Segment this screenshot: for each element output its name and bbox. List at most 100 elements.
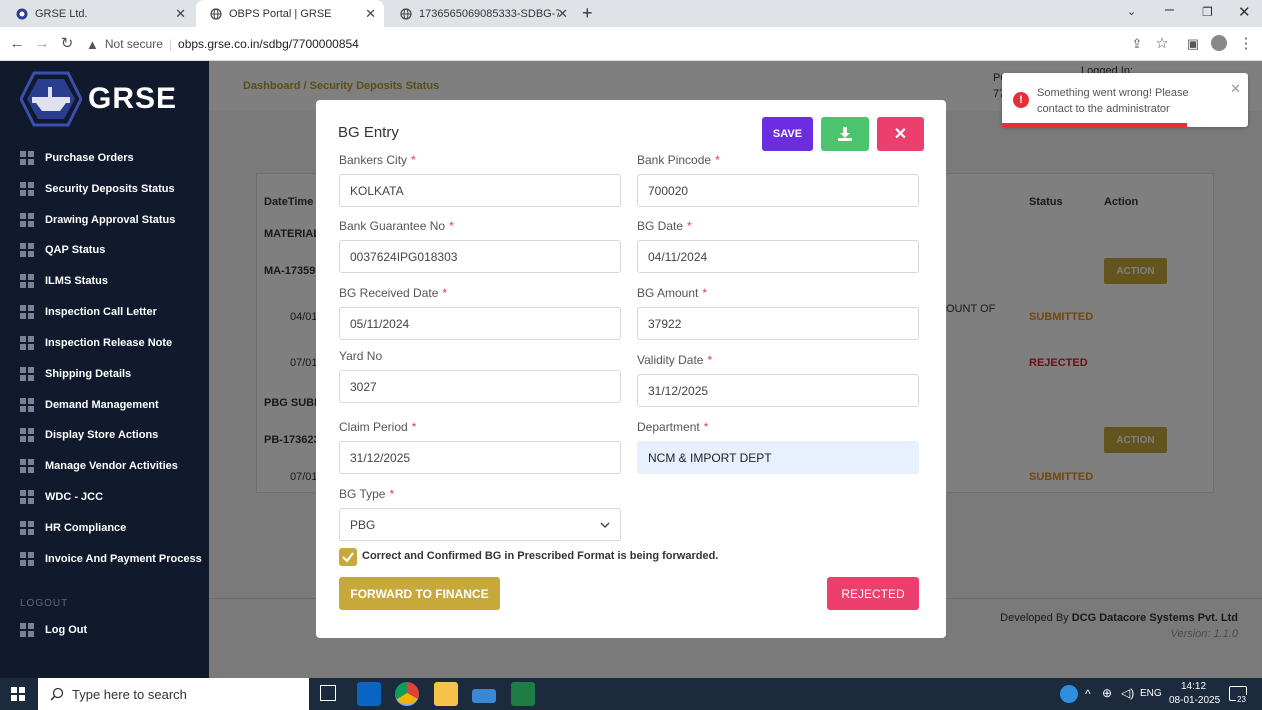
grid-icon	[20, 398, 34, 412]
confirm-checkbox[interactable]	[339, 548, 357, 566]
task-view-icon[interactable]	[320, 685, 336, 701]
chevron-down-icon[interactable]: ⌄	[1127, 5, 1136, 18]
sidebar-item-label: ILMS Status	[45, 275, 108, 287]
bankers-city-field[interactable]: KOLKATA	[339, 174, 621, 207]
windows-taskbar: Type here to search ^ ⊕ ◁) ENG 14:12 08-…	[0, 678, 1262, 710]
browser-tab-active[interactable]: OBPS Portal | GRSE ✕	[196, 0, 384, 27]
excel-icon[interactable]	[511, 682, 535, 706]
grid-icon	[20, 151, 34, 165]
grid-icon	[20, 213, 34, 227]
rejected-button[interactable]: REJECTED	[827, 577, 919, 610]
grse-emblem-icon	[20, 71, 82, 127]
sidebar-item-label: Manage Vendor Activities	[45, 460, 178, 472]
grse-favicon-icon	[16, 8, 28, 19]
bg-date-label: BG Date *	[637, 219, 692, 233]
sidebar-item-label: Inspection Call Letter	[45, 306, 157, 318]
sidebar-item-display-store-actions[interactable]: Display Store Actions	[20, 425, 158, 445]
bank-pincode-field[interactable]: 700020	[637, 174, 919, 207]
sidebar-item-qap-status[interactable]: QAP Status	[20, 240, 105, 260]
side-panel-icon[interactable]: ▣	[1184, 35, 1202, 53]
search-icon	[50, 687, 64, 701]
chevron-down-icon	[600, 522, 610, 528]
sidebar-item-inspection-call-letter[interactable]: Inspection Call Letter	[20, 302, 157, 322]
close-button[interactable]: ✕	[877, 117, 924, 151]
globe-icon	[400, 7, 412, 20]
sidebar-item-manage-vendor-activities[interactable]: Manage Vendor Activities	[20, 456, 178, 476]
sidebar-item-demand-management[interactable]: Demand Management	[20, 395, 159, 415]
grid-icon	[20, 552, 34, 566]
browser-tab[interactable]: GRSE Ltd. ✕	[2, 0, 194, 27]
grid-icon	[20, 428, 34, 442]
bg-date-field[interactable]: 04/11/2024	[637, 240, 919, 273]
bookmark-star-icon[interactable]: ☆	[1153, 35, 1171, 53]
tray-chevron-icon[interactable]: ^	[1085, 687, 1091, 701]
profile-avatar-icon[interactable]	[1211, 35, 1227, 51]
tab-close-icon[interactable]: ✕	[175, 6, 186, 22]
help-icon[interactable]	[1060, 685, 1078, 703]
tab-close-icon[interactable]: ✕	[557, 6, 568, 22]
warning-triangle-icon: ▲	[86, 36, 99, 52]
app-icon[interactable]	[472, 689, 496, 703]
network-icon[interactable]: ⊕	[1102, 686, 1112, 700]
bg-entry-modal: BG Entry SAVE ✕ Bankers City * KOLKATA Ba…	[316, 100, 946, 638]
address-bar: ← → ↻ ▲ Not secure | obps.grse.co.in/sdb…	[0, 27, 1262, 61]
department-label: Department *	[637, 420, 709, 434]
validity-date-label: Validity Date *	[637, 353, 713, 367]
sidebar-item-invoice-and-payment-process[interactable]: Invoice And Payment Process	[20, 549, 202, 569]
taskbar-search[interactable]: Type here to search	[38, 678, 309, 710]
sidebar-item-purchase-orders[interactable]: Purchase Orders	[20, 148, 134, 168]
yard-no-label: Yard No	[339, 349, 383, 363]
chrome-icon[interactable]	[395, 682, 419, 706]
sidebar-item-ilms-status[interactable]: ILMS Status	[20, 271, 108, 291]
toast-close-icon[interactable]: ✕	[1230, 81, 1241, 97]
grse-logo[interactable]: GRSE	[20, 71, 200, 127]
bank-guarantee-no-field[interactable]: 0037624IPG018303	[339, 240, 621, 273]
sidebar-item-security-deposits-status[interactable]: Security Deposits Status	[20, 179, 175, 199]
save-button[interactable]: SAVE	[762, 117, 813, 151]
outlook-icon[interactable]	[357, 682, 381, 706]
file-explorer-icon[interactable]	[434, 682, 458, 706]
sidebar-item-wdc-jcc[interactable]: WDC - JCC	[20, 487, 103, 507]
department-field[interactable]: NCM & IMPORT DEPT	[637, 441, 919, 474]
sidebar-item-label: Inspection Release Note	[45, 337, 173, 349]
validity-date-field[interactable]: 31/12/2025	[637, 374, 919, 407]
volume-icon[interactable]: ◁)	[1121, 686, 1134, 700]
bg-received-date-label: BG Received Date *	[339, 286, 448, 300]
kebab-menu-icon[interactable]: ⋮	[1237, 35, 1255, 53]
forward-to-finance-button[interactable]: FORWARD TO FINANCE	[339, 577, 500, 610]
reload-icon[interactable]: ↻	[58, 35, 76, 53]
back-arrow-icon[interactable]: ←	[8, 35, 26, 53]
bg-type-select[interactable]: PBG	[339, 508, 621, 541]
download-button[interactable]	[821, 117, 869, 151]
grid-icon	[20, 459, 34, 473]
bg-amount-label: BG Amount *	[637, 286, 708, 300]
window-close-icon[interactable]: ✕	[1238, 3, 1251, 21]
sidebar-item-hr-compliance[interactable]: HR Compliance	[20, 518, 126, 538]
language-indicator[interactable]: ENG	[1140, 688, 1162, 699]
error-icon: !	[1013, 92, 1029, 108]
yard-no-field[interactable]: 3027	[339, 370, 621, 403]
globe-icon	[210, 7, 222, 20]
clock-date[interactable]: 08-01-2025	[1169, 695, 1220, 706]
sidebar-item-label: Display Store Actions	[45, 429, 159, 441]
claim-period-field[interactable]: 31/12/2025	[339, 441, 621, 474]
sidebar-item-log-out[interactable]: Log Out	[20, 620, 87, 640]
windows-start-icon[interactable]	[11, 687, 25, 701]
sidebar-item-inspection-release-note[interactable]: Inspection Release Note	[20, 333, 172, 353]
minimize-icon[interactable]: –	[1165, 1, 1174, 19]
security-label: Not secure	[104, 37, 163, 51]
clock-time[interactable]: 14:12	[1181, 681, 1206, 692]
bg-amount-field[interactable]: 37922	[637, 307, 919, 340]
url-field[interactable]: ▲ Not secure | obps.grse.co.in/sdbg/7700…	[86, 32, 1136, 56]
browser-tab[interactable]: 1736565069085333-SDBG-7700 ✕	[386, 0, 576, 27]
forward-arrow-icon[interactable]: →	[33, 35, 51, 53]
bank-pincode-label: Bank Pincode *	[637, 153, 720, 167]
restore-icon[interactable]: ❐	[1202, 5, 1213, 19]
new-tab-plus-icon[interactable]: +	[582, 3, 593, 24]
tab-close-icon[interactable]: ✕	[365, 6, 376, 22]
bg-received-date-field[interactable]: 05/11/2024	[339, 307, 621, 340]
bankers-city-label: Bankers City *	[339, 153, 416, 167]
sidebar-item-drawing-approval-status[interactable]: Drawing Approval Status	[20, 210, 175, 230]
share-icon[interactable]: ⇪	[1128, 35, 1146, 53]
sidebar-item-shipping-details[interactable]: Shipping Details	[20, 364, 131, 384]
